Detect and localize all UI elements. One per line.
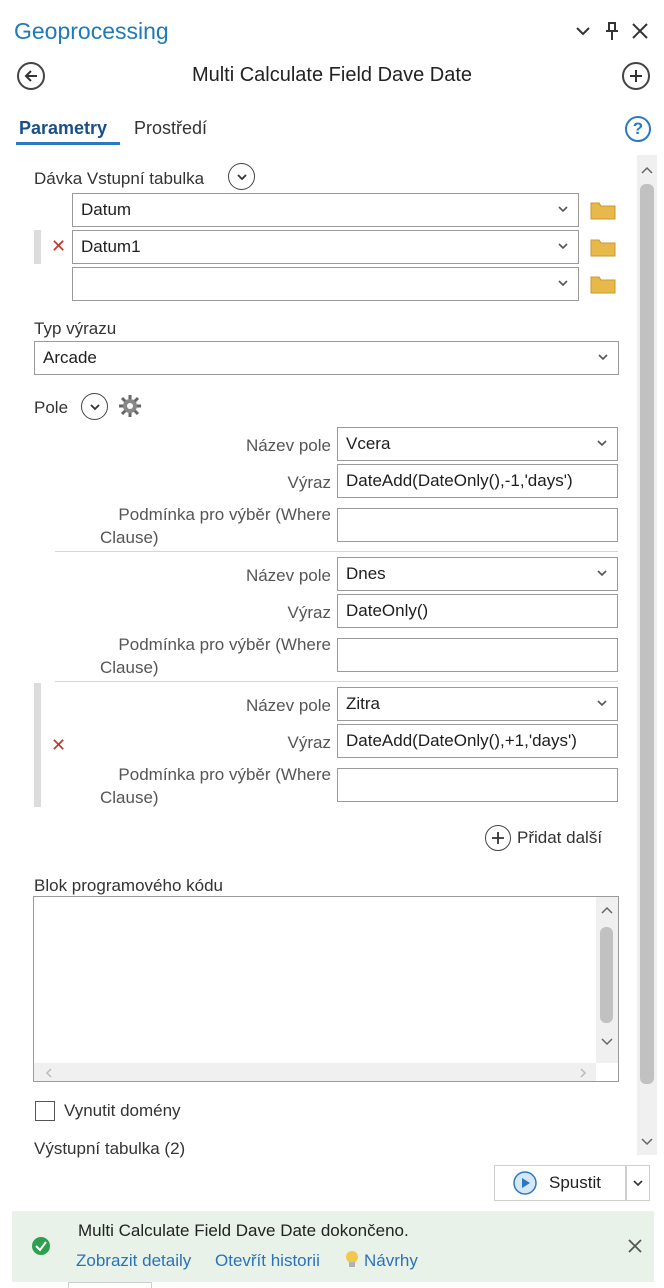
code-block-label: Blok programového kódu (34, 876, 224, 895)
row-selection-bar (34, 230, 41, 264)
run-button[interactable]: Spustit (494, 1165, 626, 1201)
field-name-select-2[interactable]: Dnes (337, 557, 618, 591)
chevron-down-icon (598, 354, 608, 361)
fields-label: Pole (34, 398, 69, 417)
field-name-label: Název pole (245, 566, 331, 585)
expression-value-2: DateOnly() (346, 601, 429, 620)
run-options-dropdown[interactable] (626, 1165, 650, 1201)
batch-input-row-2-value: Datum1 (81, 237, 141, 256)
group-selection-bar (34, 683, 41, 807)
add-more-button[interactable]: Přidat další (485, 825, 602, 851)
scroll-down-icon[interactable] (600, 1037, 614, 1047)
field-name-value-3: Zitra (346, 694, 380, 713)
enforce-domains-checkbox[interactable] (35, 1101, 55, 1121)
field-name-value-1: Vcera (346, 434, 391, 453)
options-dropdown-icon[interactable] (572, 20, 594, 42)
success-check-icon (32, 1237, 50, 1255)
field-name-value-2: Dnes (346, 564, 386, 583)
code-block-editor[interactable] (33, 896, 619, 1082)
field-name-select-3[interactable]: Zitra (337, 687, 618, 721)
expression-value-1: DateAdd(DateOnly(),-1,'days') (346, 471, 573, 490)
scroll-up-icon[interactable] (600, 905, 614, 915)
tab-parametry[interactable]: Parametry (19, 118, 107, 139)
chevron-down-icon (597, 700, 607, 707)
close-pane-icon[interactable] (629, 20, 651, 42)
expression-input-3[interactable]: DateAdd(DateOnly(),+1,'days') (337, 724, 618, 758)
scroll-up-icon[interactable] (640, 165, 654, 175)
where-clause-label-line2: Clause) (100, 788, 159, 807)
expression-type-value: Arcade (43, 348, 97, 367)
panel-scroll-thumb[interactable] (640, 184, 654, 1084)
expression-value-3: DateAdd(DateOnly(),+1,'days') (346, 731, 577, 750)
expression-label: Výraz (287, 473, 331, 492)
fields-collapse-chevron-icon[interactable] (81, 393, 108, 420)
scroll-left-icon[interactable] (44, 1067, 54, 1079)
expression-type-label: Typ výrazu (34, 319, 117, 338)
add-more-label: Přidat další (517, 828, 603, 847)
scroll-down-icon[interactable] (640, 1137, 654, 1147)
chevron-down-icon (597, 570, 607, 577)
tab-prostredi[interactable]: Prostředí (134, 118, 207, 139)
expression-type-select[interactable]: Arcade (34, 341, 619, 375)
code-scroll-thumb[interactable] (600, 927, 613, 1023)
where-clause-label-line1: Podmínka pro výběr (Where (118, 635, 331, 654)
where-clause-label-line1: Podmínka pro výběr (Where (118, 505, 331, 524)
chevron-down-icon (558, 206, 568, 213)
folder-icon[interactable] (590, 237, 616, 257)
tool-title: Multi Calculate Field Dave Date (191, 64, 473, 86)
pin-icon[interactable] (601, 20, 623, 42)
help-icon[interactable]: ? (625, 116, 651, 142)
pane-title: Geoprocessing (14, 18, 169, 44)
where-clause-input-2[interactable] (337, 638, 618, 672)
batch-input-row-1[interactable]: Datum (72, 193, 579, 227)
remove-field-icon[interactable]: ✕ (51, 735, 66, 756)
lightbulb-icon (346, 1251, 358, 1267)
active-tab-indicator (16, 142, 120, 145)
field-name-label: Název pole (245, 436, 331, 455)
output-table-label: Výstupní tabulka (2) (34, 1139, 186, 1158)
enforce-domains-label: Vynutit domény (64, 1101, 181, 1120)
expression-input-2[interactable]: DateOnly() (337, 594, 618, 628)
status-message: Multi Calculate Field Dave Date dokončen… (78, 1221, 409, 1240)
run-button-label: Spustit (549, 1173, 601, 1192)
suggestions-link[interactable]: Návrhy (364, 1251, 418, 1271)
play-icon (513, 1171, 537, 1195)
remove-row-icon[interactable]: ✕ (51, 236, 66, 257)
batch-input-row-2[interactable]: Datum1 (72, 230, 579, 264)
gear-icon[interactable] (117, 393, 143, 419)
group-separator (55, 551, 618, 552)
chevron-down-icon (633, 1180, 643, 1187)
scroll-right-icon[interactable] (578, 1067, 588, 1079)
folder-icon[interactable] (590, 274, 616, 294)
open-history-link[interactable]: Otevřít historii (215, 1251, 320, 1271)
where-clause-input-1[interactable] (337, 508, 618, 542)
where-clause-input-3[interactable] (337, 768, 618, 802)
field-name-select-1[interactable]: Vcera (337, 427, 618, 461)
folder-icon[interactable] (590, 200, 616, 220)
chevron-down-icon (558, 243, 568, 250)
field-name-label: Název pole (245, 696, 331, 715)
expression-label: Výraz (287, 603, 331, 622)
add-icon[interactable] (622, 62, 650, 90)
where-clause-label-line2: Clause) (100, 528, 159, 547)
group-separator (55, 681, 618, 682)
batch-input-label: Dávka Vstupní tabulka (34, 169, 205, 188)
close-banner-icon[interactable] (627, 1238, 643, 1254)
where-clause-label-line1: Podmínka pro výběr (Where (118, 765, 331, 784)
add-circle-icon (485, 825, 511, 851)
expression-input-1[interactable]: DateAdd(DateOnly(),-1,'days') (337, 464, 618, 498)
show-details-link[interactable]: Zobrazit detaily (76, 1251, 191, 1271)
batch-collapse-chevron-icon[interactable] (228, 163, 255, 190)
chevron-down-icon (558, 280, 568, 287)
where-clause-label-line2: Clause) (100, 658, 159, 677)
expression-label: Výraz (287, 733, 331, 752)
chevron-down-icon (597, 440, 607, 447)
bottom-tab-stub (68, 1282, 152, 1288)
batch-input-row-1-value: Datum (81, 200, 132, 219)
batch-input-row-3[interactable] (72, 267, 579, 301)
code-horizontal-scrollbar[interactable] (34, 1063, 596, 1081)
